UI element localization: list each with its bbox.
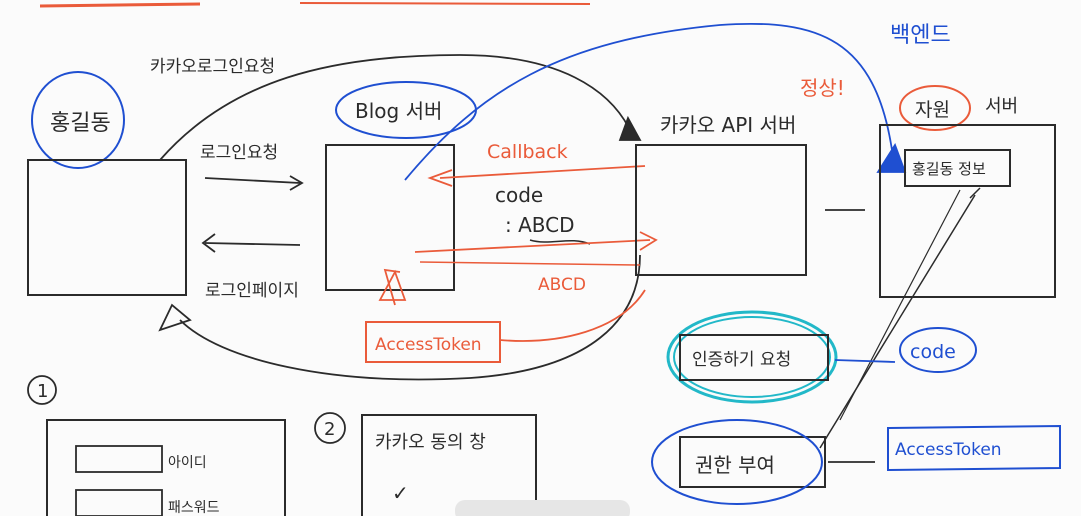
step1-field-id: 아이디 xyxy=(168,455,207,471)
blue-arrowhead xyxy=(876,142,907,173)
abcd-label: ABCD xyxy=(538,275,586,295)
diagram-canvas: 홍길동 카카오로그인요청 로그인요청 로그인페이지 Blog 서버 Callba… xyxy=(27,2,1061,516)
login-request-label: 로그인요청 xyxy=(200,143,278,163)
resource-server-node: 백엔드 자원 서버 홍길동 정보 xyxy=(879,23,1056,298)
top-note: 카카오로그인요청 xyxy=(150,57,275,77)
return-arc xyxy=(179,254,641,381)
top-edge-strokes xyxy=(39,2,591,8)
blue-backend-line xyxy=(404,22,893,181)
grant-to-resource-line xyxy=(819,194,976,449)
callback-label: Callback xyxy=(487,141,568,163)
arc-arrowhead xyxy=(618,115,642,141)
step2-check: ✓ xyxy=(392,481,409,505)
grant-label: AccessToken xyxy=(895,440,1002,460)
blog-server-box xyxy=(325,144,455,291)
step2-title: 카카오 동의 창 xyxy=(375,432,486,453)
auth-code-label: code xyxy=(910,341,956,363)
access-token-node: AccessToken xyxy=(365,268,646,363)
code-label: code xyxy=(495,183,543,207)
resource-title-circled: 자원 xyxy=(915,99,950,121)
step1-panel: 1 아이디 패스워드 xyxy=(27,375,286,516)
blog-server-node: Blog 서버 xyxy=(325,81,477,291)
auth-code-legend: 인증하기 요청 code xyxy=(666,310,977,404)
resource-title-rest: 서버 xyxy=(985,96,1018,117)
kakao-api-box xyxy=(635,144,807,276)
auth-to-resource-line xyxy=(839,189,961,421)
user-info-label: 홍길동 정보 xyxy=(912,160,986,178)
login-page-label: 로그인페이지 xyxy=(205,281,299,301)
step1-field-pw: 패스워드 xyxy=(168,500,220,516)
kakao-api-node: 카카오 API 서버 xyxy=(635,113,807,276)
backend-label: 백엔드 xyxy=(890,23,951,48)
ok-label: 정상! xyxy=(800,76,845,100)
grant-legend: 권한 부여 AccessToken xyxy=(651,419,1061,505)
login-request-arrow: 로그인요청 xyxy=(200,143,304,191)
user-box xyxy=(27,159,187,296)
callback-arrow: Callback xyxy=(427,141,646,187)
video-toolbar-stub xyxy=(455,500,630,516)
step2-marker: 2 xyxy=(324,419,335,440)
code-value: : ABCD xyxy=(505,213,575,237)
blog-server-title: Blog 서버 xyxy=(355,99,442,123)
grant-box-label: 권한 부여 xyxy=(695,453,775,477)
auth-code-box-label: 인증하기 요청 xyxy=(692,350,791,370)
access-token-label: AccessToken xyxy=(375,335,482,355)
user-node: 홍길동 xyxy=(27,71,187,296)
whiteboard-diagram: 홍길동 카카오로그인요청 로그인요청 로그인페이지 Blog 서버 Callba… xyxy=(0,0,1081,516)
kakao-api-title: 카카오 API 서버 xyxy=(660,113,796,137)
step1-marker: 1 xyxy=(37,381,48,402)
user-name: 홍길동 xyxy=(50,111,111,136)
login-page-arrow: 로그인페이지 xyxy=(201,233,301,301)
